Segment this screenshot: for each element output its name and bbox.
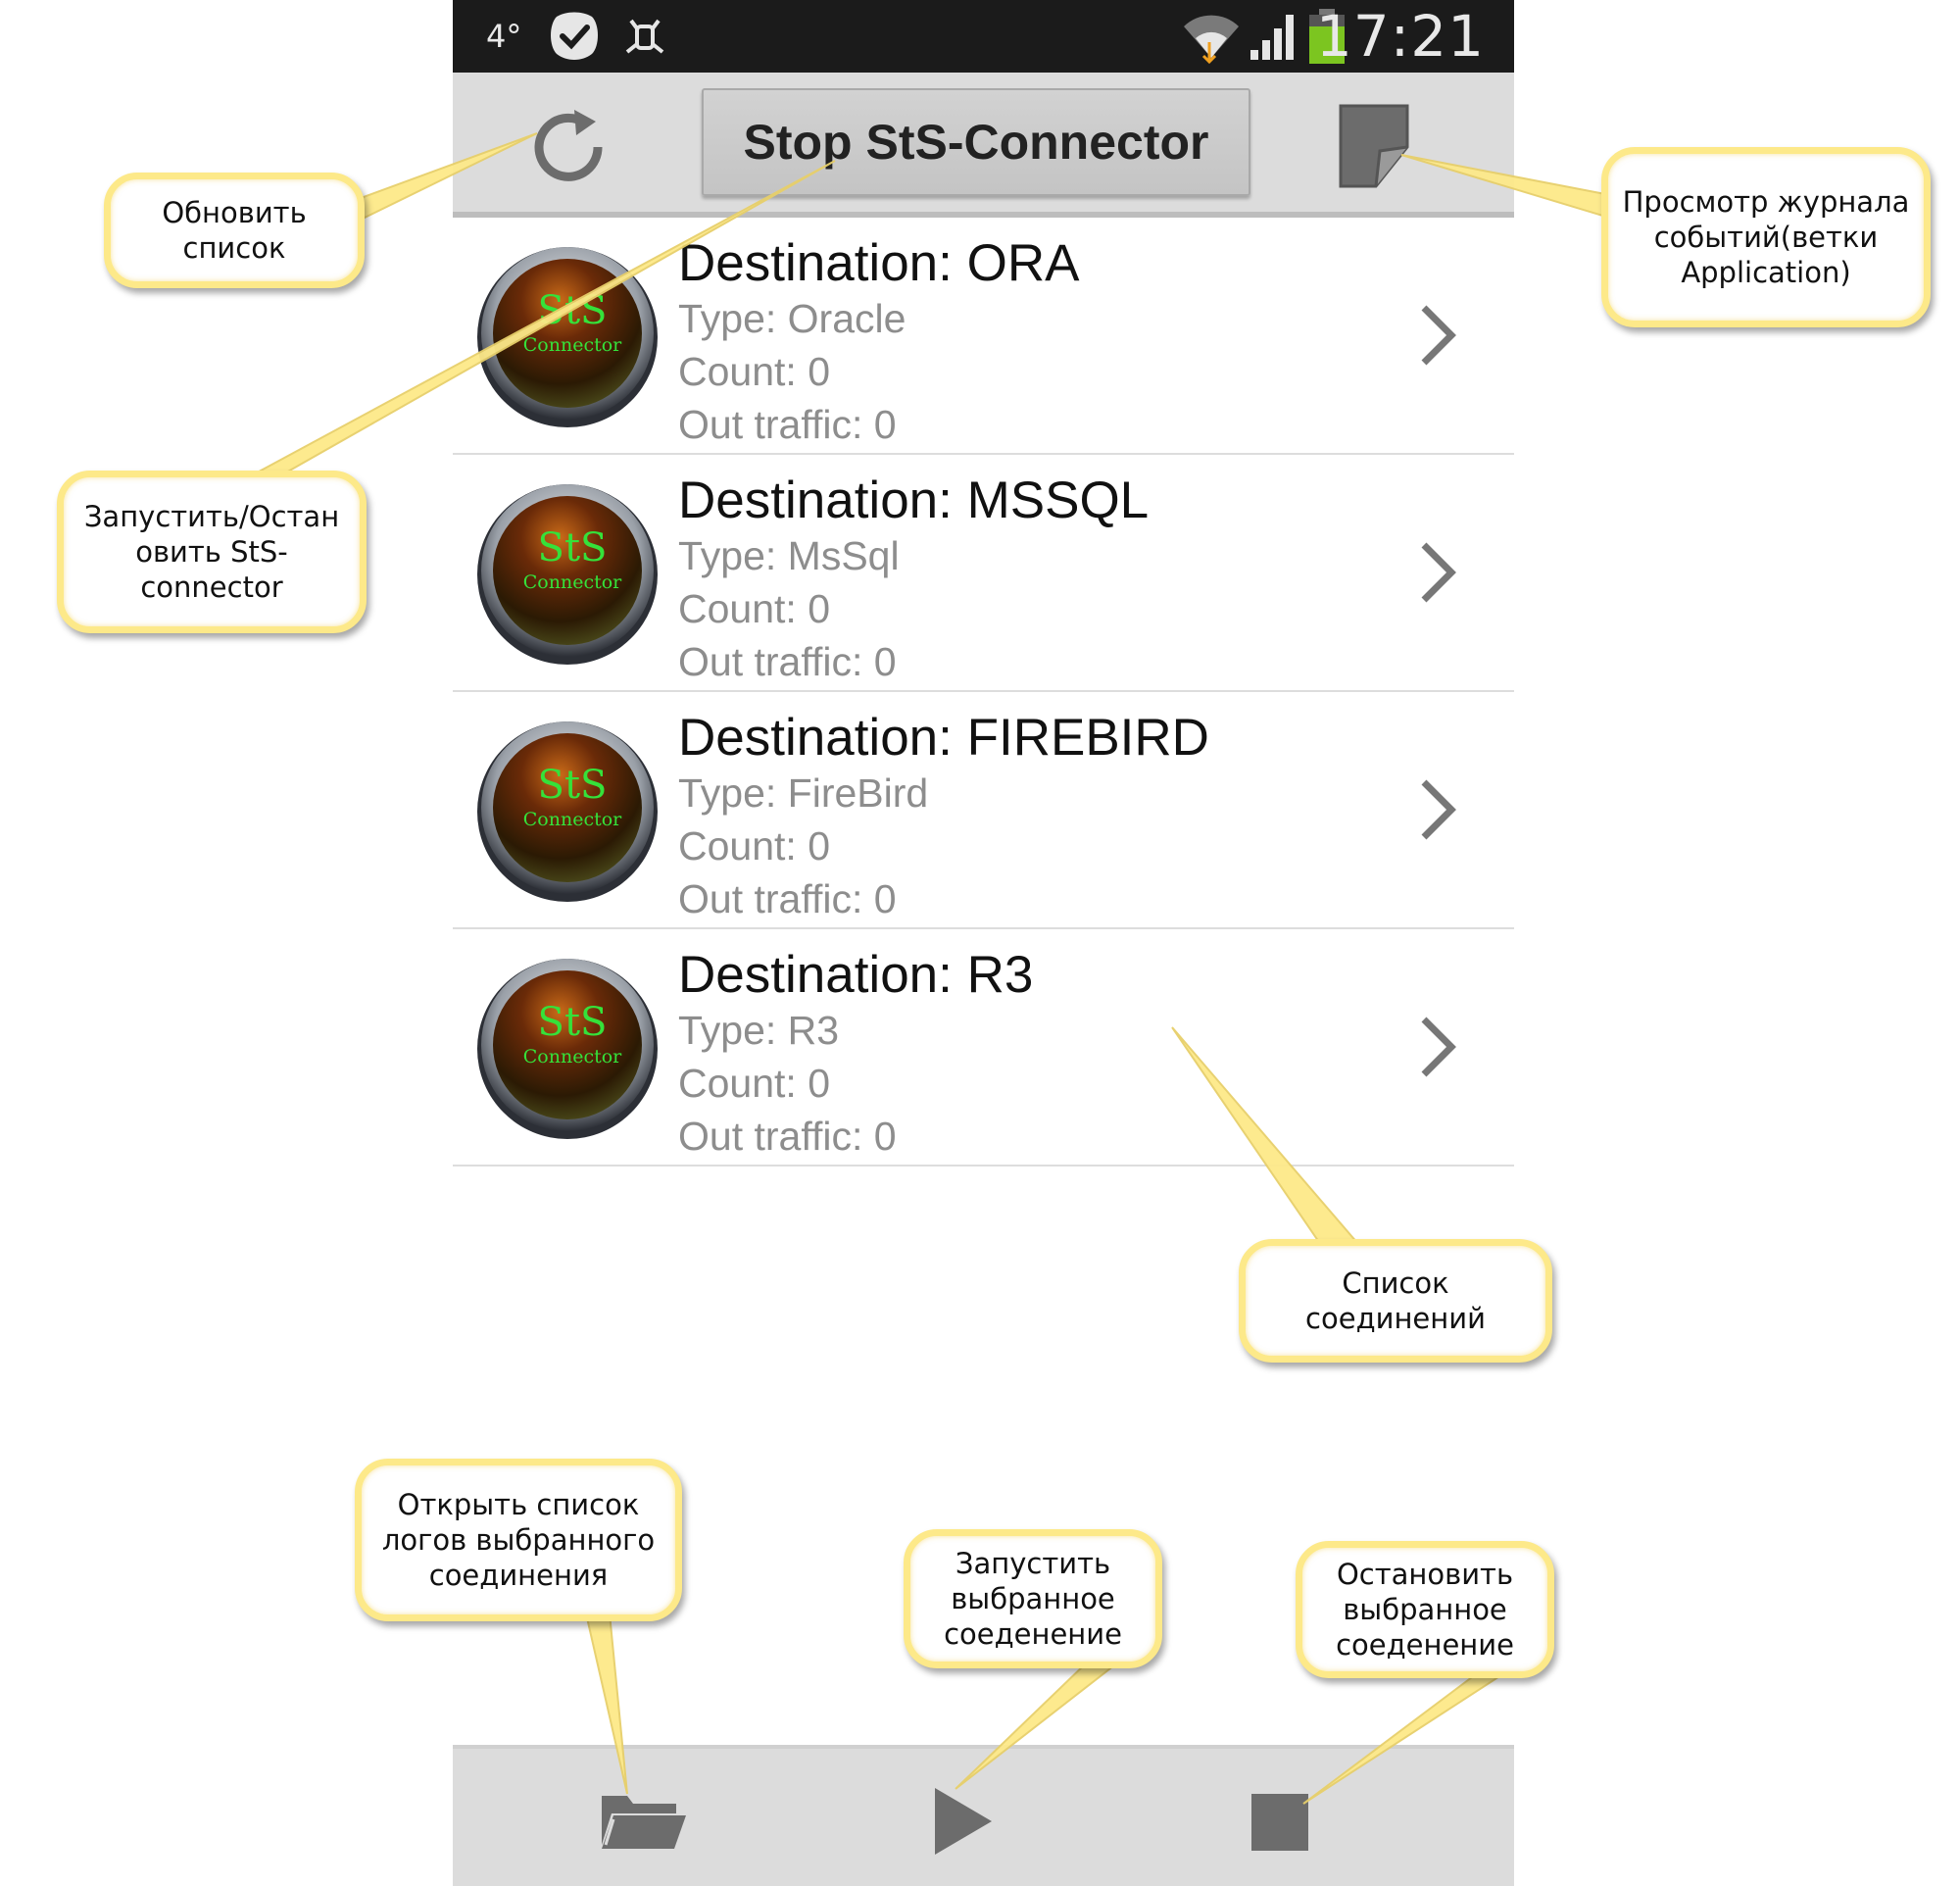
out-traffic: Out traffic: 0 — [678, 402, 897, 447]
sts-connector-logo: StS Connector — [474, 478, 661, 665]
usb-debug-icon — [617, 0, 672, 73]
connection-type: Type: R3 — [678, 1008, 840, 1053]
event-log-icon[interactable] — [1337, 102, 1411, 195]
connection-type: Type: FireBird — [678, 770, 929, 816]
callout-event-log: Просмотр журнала событий(ветки Application… — [1601, 147, 1931, 327]
callout-start-stop-line: connector — [140, 571, 283, 604]
connection-type: Type: MsSql — [678, 533, 900, 578]
out-traffic: Out traffic: 0 — [678, 639, 897, 684]
callout-refresh-line: Обновить — [162, 196, 307, 229]
logo-subtitle: Connector — [523, 1046, 622, 1067]
sts-connector-logo: StS Connector — [474, 953, 661, 1139]
sts-connector-logo: StS Connector — [474, 241, 661, 427]
destination-name: Destination: ORA — [678, 234, 1080, 292]
callout-connection-list-line: Список — [1342, 1266, 1449, 1300]
callout-start-selected-line: Запустить — [955, 1547, 1111, 1580]
destination-name: Destination: R3 — [678, 946, 1034, 1004]
logo-subtitle: Connector — [523, 809, 622, 830]
logo-title: StS — [538, 288, 608, 333]
folder-open-icon[interactable] — [598, 1788, 688, 1858]
callout-event-log-line: Просмотр журнала — [1622, 185, 1910, 219]
list-item[interactable]: StS Connector Destination: MSSQL Type: M… — [453, 455, 1514, 692]
callout-start-stop: Запустить/Остан овить StS-connector — [57, 471, 367, 633]
refresh-icon[interactable] — [531, 104, 610, 187]
callout-start-selected-line: соеденение — [944, 1617, 1122, 1651]
callout-open-logs-line: логов выбранного — [381, 1523, 656, 1557]
callout-connection-list-line: соединений — [1305, 1302, 1486, 1335]
callout-open-logs-line: Открыть список — [397, 1488, 640, 1521]
logo-subtitle: Connector — [523, 334, 622, 356]
connection-list: StS Connector Destination: ORA Type: Ora… — [453, 218, 1514, 1166]
destination-name: Destination: MSSQL — [678, 472, 1150, 529]
connection-count: Count: 0 — [678, 349, 830, 394]
connection-count: Count: 0 — [678, 586, 830, 631]
list-item[interactable]: StS Connector Destination: ORA Type: Ora… — [453, 218, 1514, 455]
callout-event-log-line: Application) — [1681, 256, 1851, 289]
logo-subtitle: Connector — [523, 571, 622, 593]
logo-title: StS — [538, 525, 608, 571]
status-bar: 4° 17:21 — [453, 0, 1514, 73]
clock-time: 17:21 — [1315, 3, 1485, 70]
callout-open-logs-line: соединения — [428, 1559, 609, 1592]
callout-start-selected: Запустить выбранное соеденение — [904, 1529, 1162, 1668]
callout-event-log-line: событий(ветки — [1653, 221, 1879, 254]
connection-type: Type: Oracle — [678, 296, 906, 341]
callout-stop-selected: Остановить выбранное соеденение — [1296, 1541, 1554, 1678]
callout-start-stop-line: овить StS- — [135, 535, 288, 569]
callout-start-stop-line: Запустить/Остан — [83, 500, 340, 533]
callout-connection-list: Список соединений — [1239, 1239, 1552, 1363]
connection-count: Count: 0 — [678, 1061, 830, 1106]
check-icon — [547, 0, 602, 73]
callout-refresh-line: список — [182, 231, 286, 265]
destination-name: Destination: FIREBIRD — [678, 709, 1209, 767]
temperature-text: 4° — [486, 18, 522, 55]
bottom-toolbar — [453, 1745, 1514, 1886]
callout-stop-selected-line: Остановить — [1336, 1558, 1514, 1591]
logo-title: StS — [538, 1000, 608, 1045]
start-stop-connector-button[interactable]: Stop StS-Connector — [702, 88, 1250, 196]
callout-refresh: Обновить список — [104, 173, 365, 288]
wifi-icon — [1180, 0, 1243, 73]
chevron-right-icon[interactable] — [1418, 304, 1457, 367]
action-bar: Stop StS-Connector — [453, 73, 1514, 218]
out-traffic: Out traffic: 0 — [678, 876, 897, 921]
signal-icon — [1247, 0, 1301, 73]
list-item[interactable]: StS Connector Destination: R3 Type: R3 C… — [453, 929, 1514, 1166]
callout-stop-selected-line: выбранное — [1343, 1593, 1507, 1626]
chevron-right-icon[interactable] — [1418, 541, 1457, 604]
callout-stop-selected-line: соеденение — [1336, 1628, 1514, 1662]
chevron-right-icon[interactable] — [1418, 1016, 1457, 1078]
callout-open-logs: Открыть список логов выбранного соединения — [355, 1459, 682, 1621]
play-icon[interactable] — [933, 1786, 994, 1861]
callout-start-selected-line: выбранное — [951, 1582, 1115, 1615]
chevron-right-icon[interactable] — [1418, 778, 1457, 841]
logo-title: StS — [538, 763, 608, 808]
sts-connector-logo: StS Connector — [474, 716, 661, 902]
stop-icon[interactable] — [1251, 1794, 1308, 1856]
connection-count: Count: 0 — [678, 823, 830, 869]
out-traffic: Out traffic: 0 — [678, 1114, 897, 1159]
list-item[interactable]: StS Connector Destination: FIREBIRD Type… — [453, 692, 1514, 929]
